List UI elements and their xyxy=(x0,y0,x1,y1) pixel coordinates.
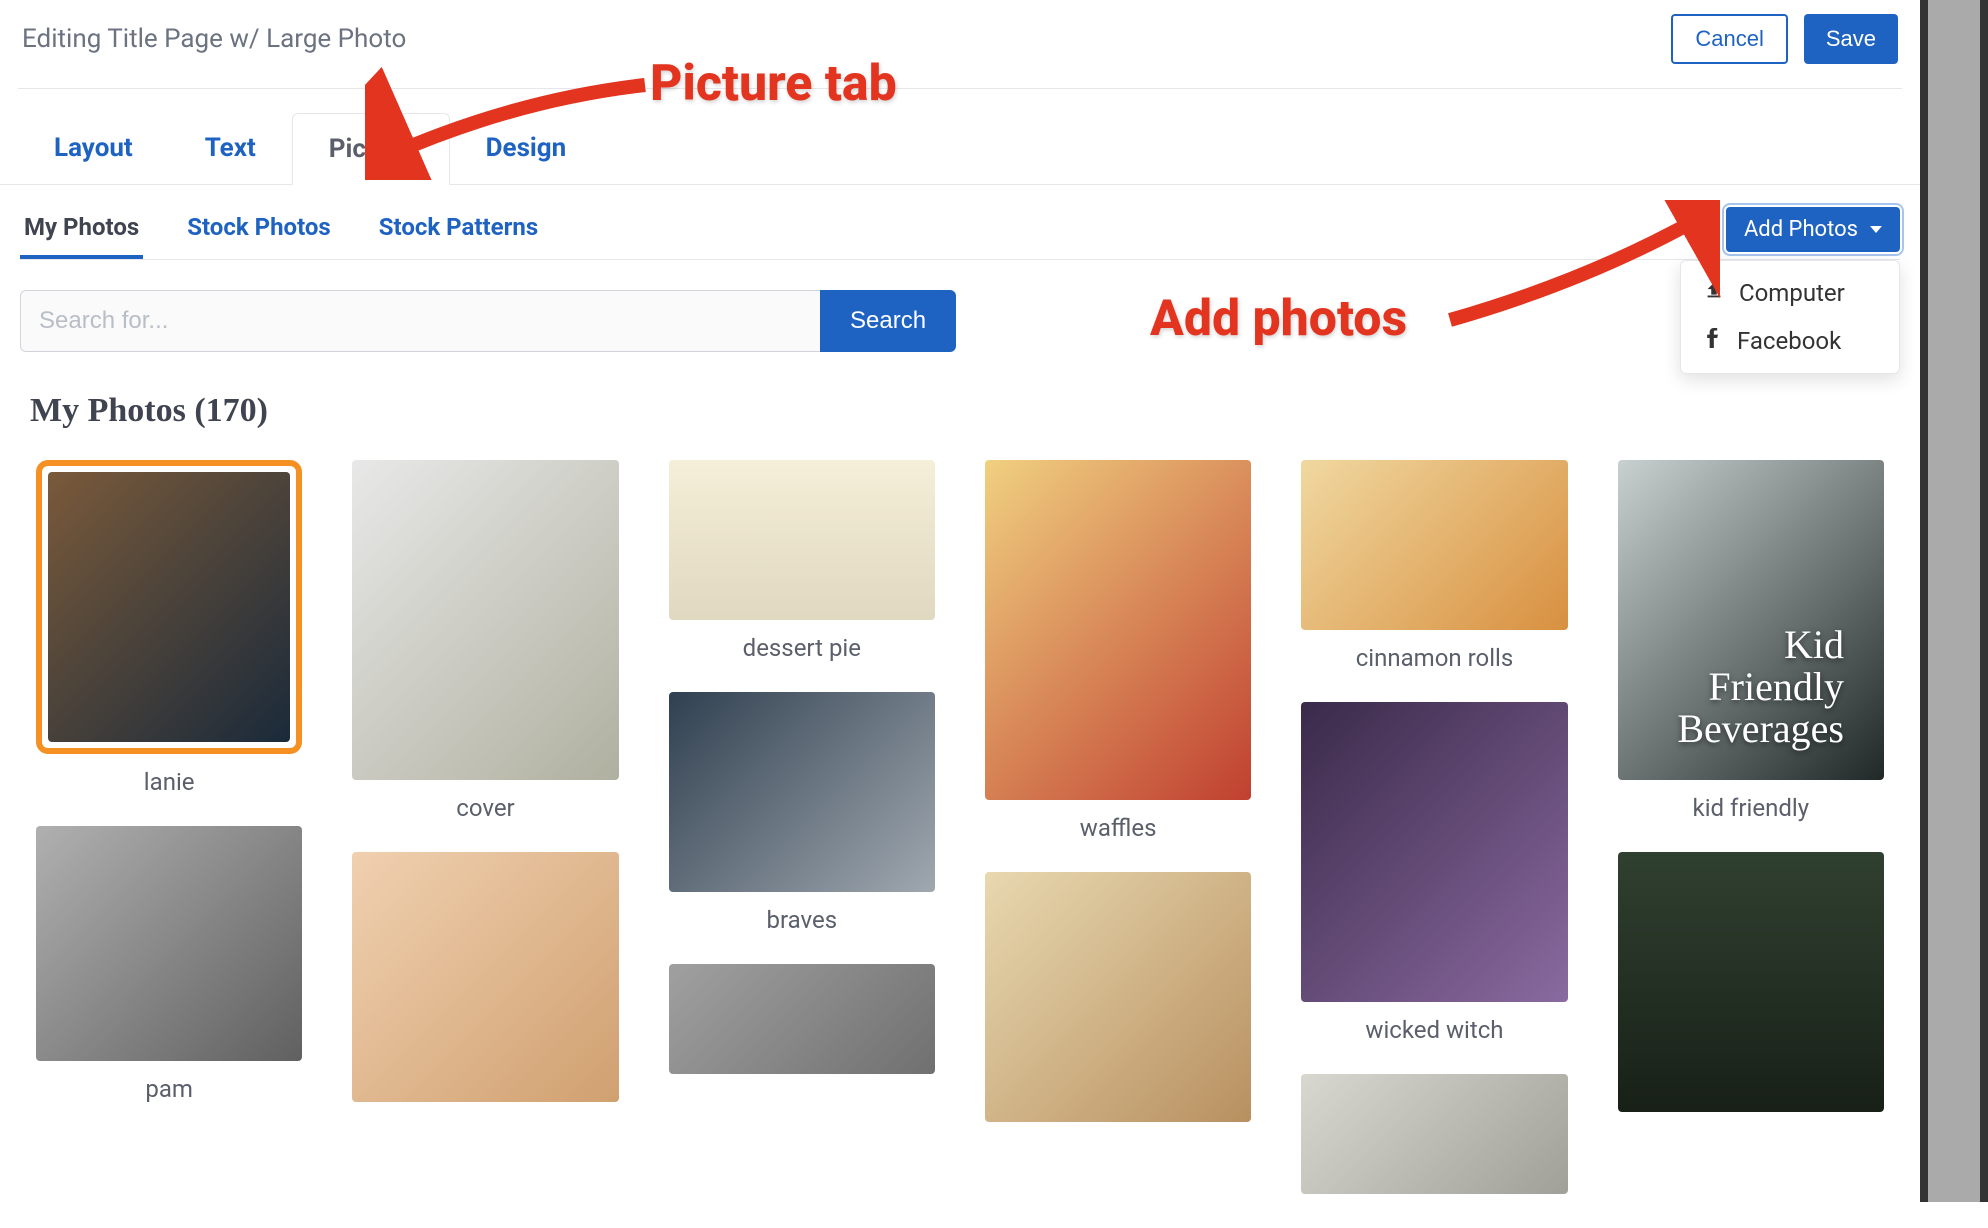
upload-icon xyxy=(1703,279,1725,307)
photo-card[interactable]: lanie xyxy=(36,460,302,796)
photo-card[interactable] xyxy=(669,964,935,1074)
tabs-sub: My Photos Stock Photos Stock Patterns xyxy=(20,199,542,259)
photo-thumbnail xyxy=(352,852,618,1102)
photo-card[interactable]: braves xyxy=(669,692,935,934)
photo-thumbnail xyxy=(669,692,935,892)
cancel-button[interactable]: Cancel xyxy=(1671,14,1787,64)
add-photos-dropdown: Computer Facebook xyxy=(1680,260,1900,374)
photo-card[interactable] xyxy=(352,852,618,1102)
photo-card[interactable]: waffles xyxy=(985,460,1251,842)
photo-card[interactable]: dessert pie xyxy=(669,460,935,662)
photo-grid: lanie pam cover dessert pie braves xyxy=(0,440,1920,1228)
photo-overlay-text: KidFriendlyBeverages xyxy=(1677,624,1844,750)
photo-thumbnail xyxy=(1618,852,1884,1112)
tab-stock-photos[interactable]: Stock Photos xyxy=(183,199,335,259)
facebook-icon xyxy=(1703,327,1723,355)
photo-thumbnail xyxy=(36,826,302,1061)
tab-text[interactable]: Text xyxy=(169,113,292,184)
photo-thumbnail xyxy=(985,872,1251,1122)
search-input[interactable] xyxy=(20,290,820,352)
photo-caption: wicked witch xyxy=(1301,1016,1567,1044)
search-row: Search xyxy=(0,260,1920,352)
photo-thumbnail xyxy=(1301,1074,1567,1194)
photo-caption: cinnamon rolls xyxy=(1301,644,1567,672)
dropdown-item-facebook[interactable]: Facebook xyxy=(1681,317,1899,365)
photo-caption: braves xyxy=(669,906,935,934)
photo-caption: waffles xyxy=(985,814,1251,842)
dropdown-item-computer[interactable]: Computer xyxy=(1681,269,1899,317)
tab-design[interactable]: Design xyxy=(450,113,603,184)
photo-thumbnail xyxy=(48,472,290,742)
add-photos-label: Add Photos xyxy=(1744,217,1858,242)
page-title: Editing Title Page w/ Large Photo xyxy=(22,24,406,54)
photo-caption: lanie xyxy=(36,768,302,796)
save-button[interactable]: Save xyxy=(1804,14,1898,64)
photo-thumbnail xyxy=(1301,460,1567,630)
photo-card[interactable]: KidFriendlyBeverages kid friendly xyxy=(1618,460,1884,822)
dropdown-item-label: Computer xyxy=(1739,279,1845,307)
photo-card[interactable] xyxy=(1301,1074,1567,1194)
photo-card[interactable]: wicked witch xyxy=(1301,702,1567,1044)
dropdown-item-label: Facebook xyxy=(1737,327,1841,355)
tabs-main: Layout Text Picture Design xyxy=(0,113,1920,185)
chevron-down-icon xyxy=(1870,226,1882,233)
photo-thumbnail xyxy=(352,460,618,780)
photo-thumbnail xyxy=(669,964,935,1074)
photo-thumbnail xyxy=(1301,702,1567,1002)
photo-caption: kid friendly xyxy=(1618,794,1884,822)
header-buttons: Cancel Save xyxy=(1671,14,1898,64)
tabs-sub-row: My Photos Stock Photos Stock Patterns Ad… xyxy=(0,199,1920,259)
photo-caption: dessert pie xyxy=(669,634,935,662)
photo-thumbnail xyxy=(669,460,935,620)
header-bar: Editing Title Page w/ Large Photo Cancel… xyxy=(0,0,1920,88)
window-edge xyxy=(1920,0,1988,1202)
section-title: My Photos (170) xyxy=(0,352,1920,440)
tab-my-photos[interactable]: My Photos xyxy=(20,199,143,259)
photo-card[interactable] xyxy=(1618,852,1884,1112)
tab-layout[interactable]: Layout xyxy=(18,113,169,184)
photo-caption: pam xyxy=(36,1075,302,1103)
photo-card[interactable]: pam xyxy=(36,826,302,1103)
add-photos-button[interactable]: Add Photos xyxy=(1726,207,1900,252)
divider xyxy=(18,88,1902,89)
search-button[interactable]: Search xyxy=(820,290,956,352)
photo-card[interactable]: cover xyxy=(352,460,618,822)
photo-caption: cover xyxy=(352,794,618,822)
tab-stock-patterns[interactable]: Stock Patterns xyxy=(375,199,542,259)
tab-picture[interactable]: Picture xyxy=(292,113,450,185)
photo-card[interactable]: cinnamon rolls xyxy=(1301,460,1567,672)
photo-thumbnail xyxy=(985,460,1251,800)
photo-card[interactable] xyxy=(985,872,1251,1122)
